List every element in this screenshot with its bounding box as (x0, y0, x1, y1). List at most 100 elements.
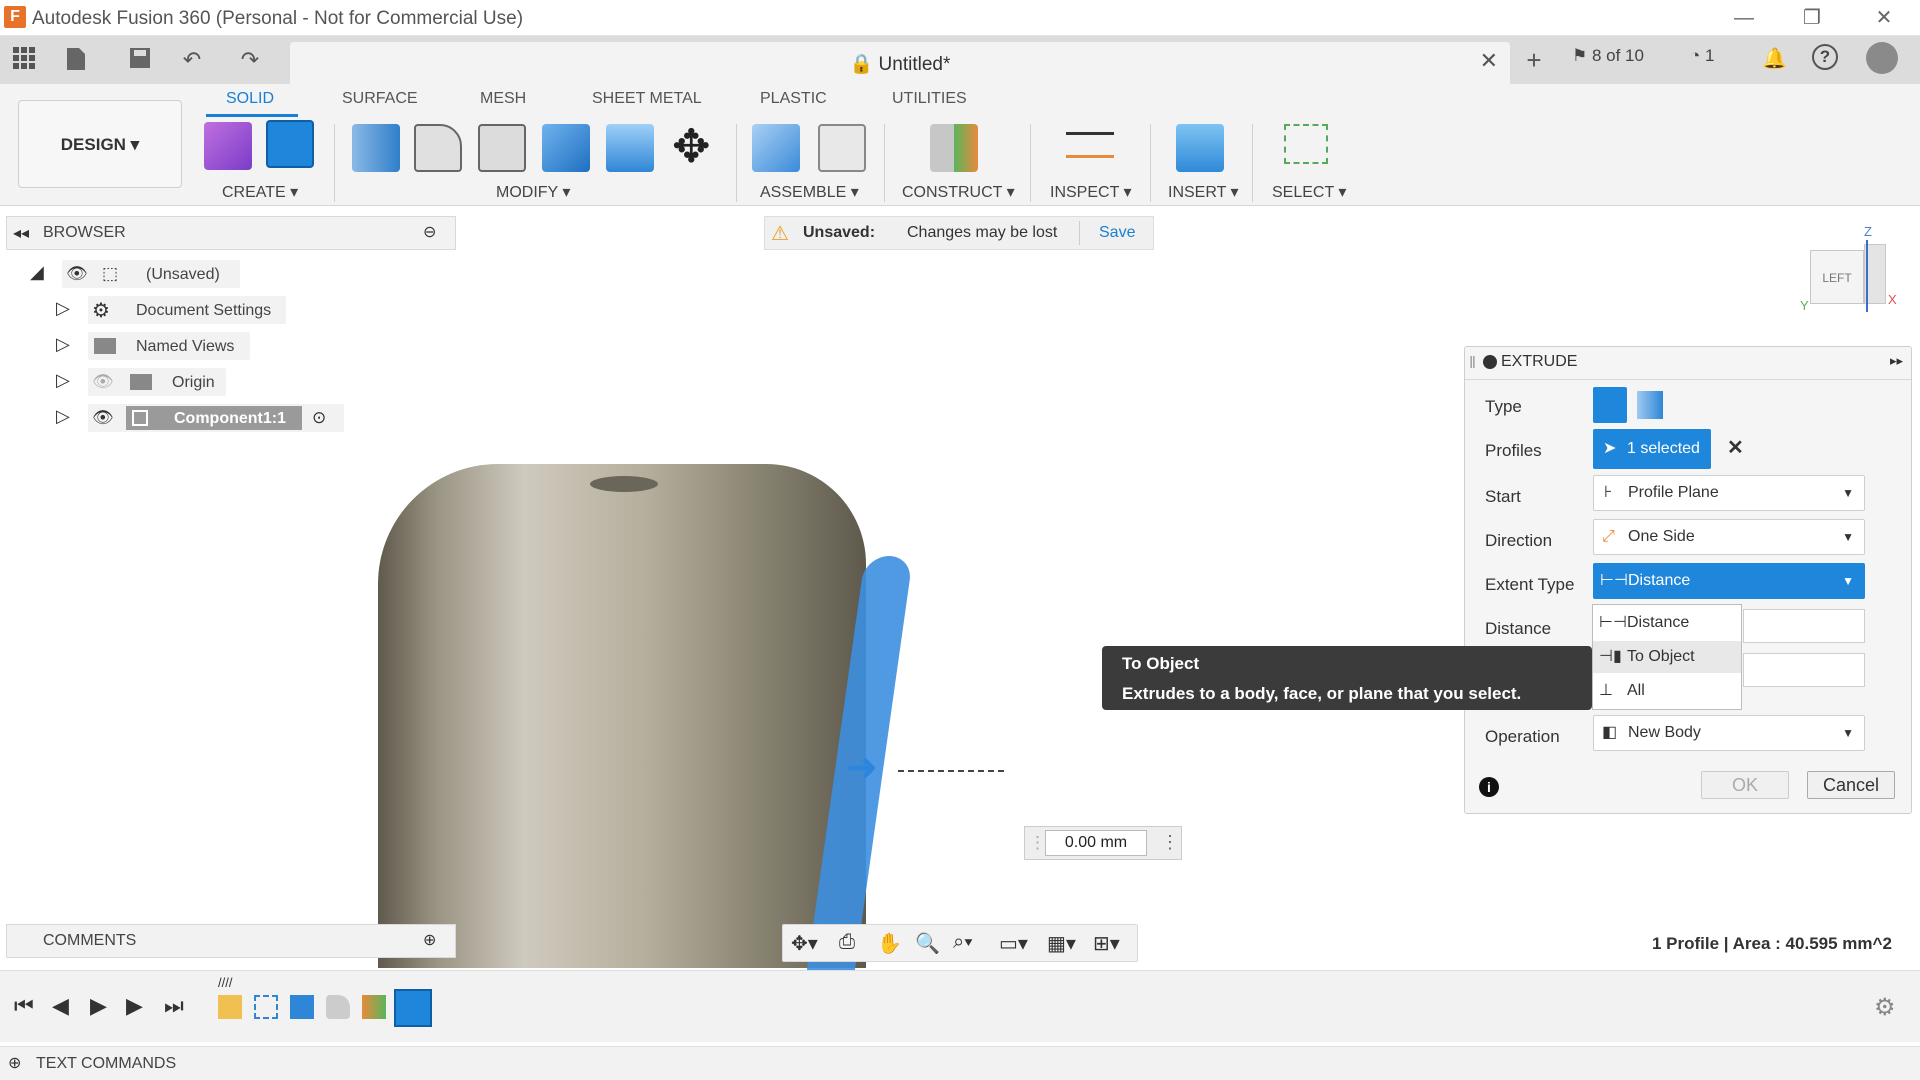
close-window-button[interactable]: ✕ (1856, 2, 1912, 34)
collapse-root-icon[interactable]: ◢ (30, 262, 44, 283)
tree-item-origin[interactable]: 👁 Origin (88, 368, 226, 396)
file-menu-icon[interactable] (62, 46, 90, 74)
pan-icon[interactable]: ✋ (877, 931, 902, 956)
expand-icon[interactable]: ▷ (56, 370, 70, 391)
fillet-icon[interactable] (414, 124, 462, 172)
timeline-fillet-icon[interactable] (326, 995, 350, 1019)
collapse-icon[interactable]: ◂◂ (13, 223, 29, 243)
view-cube-face[interactable]: LEFT (1810, 250, 1864, 304)
move-icon[interactable]: ✥ (672, 122, 711, 170)
type-solid-icon[interactable] (1593, 387, 1627, 423)
avatar[interactable] (1866, 42, 1898, 74)
cylinder-body[interactable] (378, 464, 866, 968)
inspect-menu[interactable]: INSPECT ▾ (1050, 182, 1132, 202)
timeline-sketch-icon[interactable] (254, 995, 278, 1019)
option-to-object[interactable]: ⊣▮ To Object (1593, 641, 1741, 673)
go-to-start-icon[interactable]: ⏮ (14, 993, 34, 1019)
measure-icon[interactable] (1066, 132, 1114, 158)
timeline-feature-icon[interactable] (218, 995, 242, 1019)
minimize-button[interactable]: — (1716, 2, 1772, 34)
option-distance[interactable]: ⊢⊣ Distance (1593, 607, 1741, 639)
undo-icon[interactable]: ↶ (178, 46, 206, 74)
grid-icon[interactable]: ▦▾ (1047, 931, 1076, 956)
new-tab-icon[interactable]: + (1520, 46, 1548, 74)
tab-utilities[interactable]: UTILITIES (892, 90, 967, 108)
expand-icon[interactable]: ▷ (56, 334, 70, 355)
distance-value-input[interactable]: 0.00 mm (1045, 830, 1147, 856)
taper-angle-input[interactable] (1743, 653, 1865, 687)
operation-select[interactable]: ◧ New Body ▼ (1593, 715, 1865, 751)
look-at-icon[interactable]: ⎙ (839, 931, 855, 954)
tab-solid[interactable]: SOLID (226, 90, 274, 108)
eye-icon[interactable]: 👁 (92, 408, 114, 428)
create-menu[interactable]: CREATE ▾ (222, 182, 298, 202)
type-thin-icon[interactable] (1637, 391, 1663, 419)
fit-icon[interactable]: ⌕▾ (953, 931, 973, 954)
drag-handle-icon[interactable]: ⋮ (1029, 833, 1046, 853)
ok-button[interactable]: OK (1701, 771, 1789, 799)
extrude-icon[interactable] (266, 120, 314, 168)
select-menu[interactable]: SELECT ▾ (1272, 182, 1346, 202)
modify-menu[interactable]: MODIFY ▾ (496, 182, 570, 202)
bell-icon[interactable]: 🔔 (1762, 46, 1787, 71)
add-comment-icon[interactable]: ⊕ (423, 930, 436, 950)
create-form-icon[interactable] (204, 122, 252, 170)
profiles-selector[interactable]: ➤ 1 selected (1593, 429, 1711, 469)
new-component-icon[interactable] (752, 124, 800, 172)
view-cube[interactable]: Z LEFT X Y (1800, 224, 1897, 320)
step-forward-icon[interactable]: ▶ (126, 993, 143, 1019)
combine-icon[interactable] (542, 124, 590, 172)
play-icon[interactable]: ▶ (90, 993, 107, 1019)
comments-panel[interactable]: COMMENTS ⊕ (6, 924, 456, 958)
redo-icon[interactable]: ↷ (236, 46, 264, 74)
job-status[interactable]: ⚑ 8 of 10 (1572, 46, 1644, 66)
help-icon[interactable]: ? (1812, 44, 1838, 70)
select-icon[interactable] (1284, 124, 1328, 164)
tab-mesh[interactable]: MESH (480, 90, 526, 108)
marker-icon[interactable]: //// (218, 975, 232, 990)
joint-icon[interactable] (818, 124, 866, 172)
activate-radio-icon[interactable]: ⊙ (312, 408, 326, 428)
workspace-switcher[interactable]: DESIGN ▾ (18, 100, 182, 188)
viewports-icon[interactable]: ⊞▾ (1093, 931, 1120, 956)
text-commands-bar[interactable]: ⊕ TEXT COMMANDS (0, 1046, 1920, 1080)
step-back-icon[interactable]: ◀ (52, 993, 69, 1019)
extent-type-select[interactable]: ⊢⊣ Distance ▼ (1593, 563, 1865, 599)
offset-plane-icon[interactable] (930, 124, 978, 172)
add-icon[interactable]: ⊕ (8, 1053, 21, 1073)
hidden-eye-icon[interactable]: 👁 (92, 372, 114, 392)
clock-status[interactable]: ◔ 1 (1690, 46, 1714, 66)
expand-dialog-icon[interactable]: ▸▸ (1890, 353, 1903, 369)
info-icon[interactable]: i (1479, 777, 1499, 797)
tab-plastic[interactable]: PLASTIC (760, 90, 827, 108)
offset-face-icon[interactable] (606, 124, 654, 172)
more-options-icon[interactable]: ⋮ (1161, 832, 1179, 853)
close-tab-icon[interactable]: ✕ (1480, 48, 1498, 74)
tree-item-component[interactable]: 👁 Component1:1 ⊙ (88, 404, 344, 432)
orbit-icon[interactable]: ✥▾ (791, 931, 818, 956)
drag-handle-icon[interactable]: ‖ (1469, 353, 1476, 373)
restore-button[interactable]: ❐ (1784, 2, 1840, 34)
tree-item-named-views[interactable]: Named Views (88, 332, 250, 360)
expand-icon[interactable]: ▷ (56, 406, 70, 427)
document-tab[interactable]: 🔒 Untitled* ✕ (290, 42, 1510, 84)
clear-selection-icon[interactable]: ✕ (1727, 435, 1744, 460)
timeline-plane-icon[interactable] (362, 995, 386, 1019)
insert-menu[interactable]: INSERT ▾ (1168, 182, 1239, 202)
construct-menu[interactable]: CONSTRUCT ▾ (902, 182, 1015, 202)
gear-icon[interactable]: ⚙ (1874, 993, 1896, 1022)
expand-icon[interactable]: ▷ (56, 298, 70, 319)
tab-sheet-metal[interactable]: SHEET METAL (592, 90, 702, 108)
direction-select[interactable]: ⤢ One Side ▼ (1593, 519, 1865, 555)
assemble-menu[interactable]: ASSEMBLE ▾ (760, 182, 859, 202)
save-link[interactable]: Save (1099, 224, 1135, 242)
insert-image-icon[interactable] (1176, 124, 1224, 172)
start-select[interactable]: ⊦ Profile Plane ▼ (1593, 475, 1865, 511)
go-to-end-icon[interactable]: ⏭ (164, 993, 184, 1019)
distance-manipulator-arrow-icon[interactable]: ➜ (846, 749, 894, 787)
save-icon[interactable] (126, 46, 154, 74)
tab-surface[interactable]: SURFACE (342, 90, 418, 108)
browser-panel-header[interactable]: ◂◂ BROWSER ⊖ (6, 216, 456, 250)
timeline-extrude-icon[interactable] (290, 995, 314, 1019)
press-pull-icon[interactable] (352, 124, 400, 172)
